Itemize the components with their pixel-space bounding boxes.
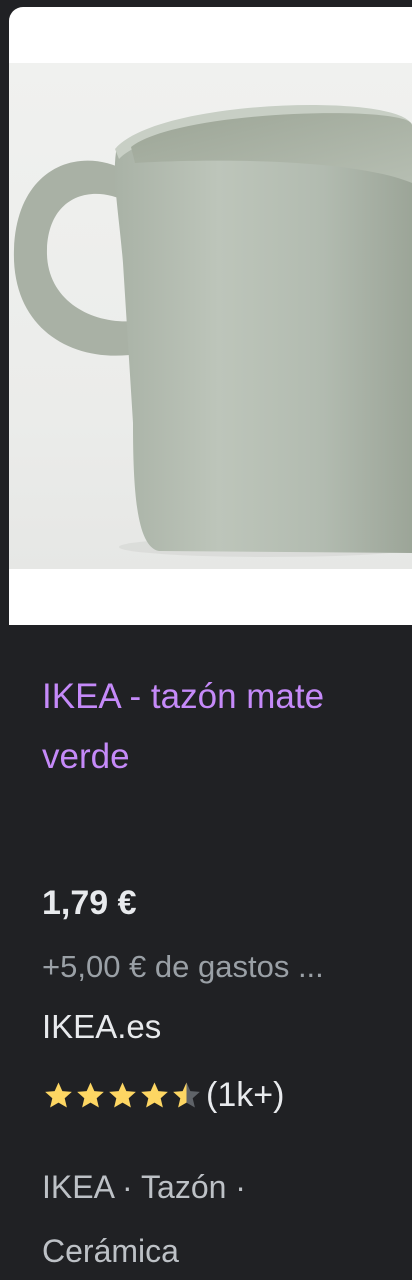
star-icon [109, 1081, 136, 1107]
seller-name[interactable]: IKEA.es [42, 1007, 161, 1047]
rating-stars [42, 1079, 202, 1112]
product-info: IKEA - tazón mate verde 1,79 € +5,00 € d… [9, 625, 412, 1280]
shipping-cost: +5,00 € de gastos ... [42, 949, 324, 984]
product-price: 1,79 € [42, 884, 137, 922]
product-photo[interactable] [9, 63, 412, 569]
star-icon [45, 1081, 72, 1107]
rating: (1k+) [42, 1070, 284, 1120]
star-icon [77, 1081, 104, 1107]
rating-count: (1k+) [206, 1076, 285, 1114]
product-image-area[interactable] [9, 7, 412, 625]
product-tags: IKEA · Tazón · Cerámica [42, 1169, 246, 1269]
mug-illustration [13, 105, 412, 557]
product-page: IKEA - tazón mate verde 1,79 € +5,00 € d… [0, 0, 412, 1280]
half-star-icon [173, 1081, 200, 1107]
product-card[interactable]: IKEA - tazón mate verde 1,79 € +5,00 € d… [9, 7, 412, 1280]
star-icon [141, 1081, 168, 1107]
product-title[interactable]: IKEA - tazón mate verde [42, 667, 402, 787]
